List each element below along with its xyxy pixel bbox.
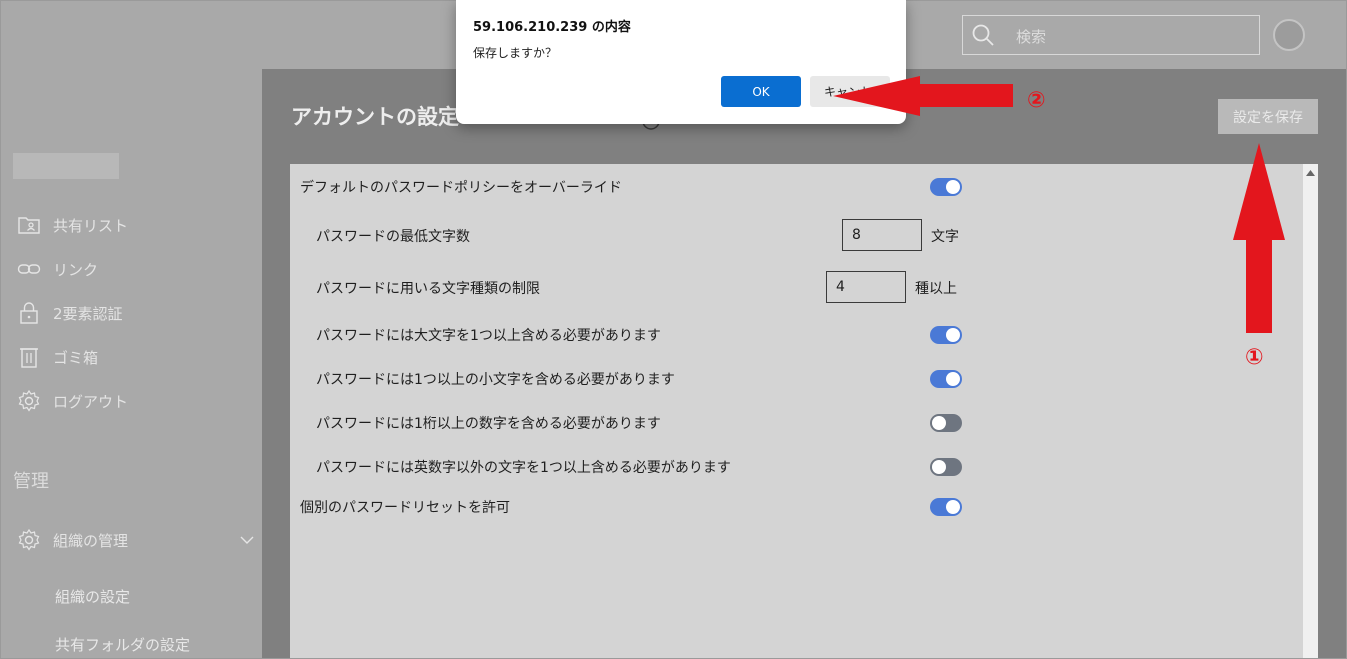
override-policy-toggle[interactable] [930, 178, 962, 196]
gear-icon [18, 528, 40, 551]
min-length-input[interactable]: 8 [842, 219, 922, 251]
require-upper-label: パスワードには大文字を1つ以上含める必要があります [316, 328, 661, 344]
avatar[interactable] [1273, 19, 1305, 51]
page-title: アカウントの設定 [291, 105, 459, 129]
subnav-shared-folder-settings[interactable]: 共有フォルダの設定 [55, 634, 190, 655]
gear-icon [18, 389, 40, 412]
require-lower-toggle[interactable] [930, 370, 962, 388]
save-settings-button[interactable]: 設定を保存 [1218, 99, 1318, 134]
sidebar-item-link[interactable]: リンク [17, 257, 98, 281]
dialog-message: 保存しますか？ [473, 46, 558, 60]
scrollbar[interactable] [1303, 164, 1318, 658]
search-box[interactable]: 検索 [962, 15, 1260, 55]
sidebar-item-org-management[interactable]: 組織の管理 [17, 528, 128, 552]
sidebar-item-trash[interactable]: ゴミ箱 [17, 345, 98, 369]
char-types-unit: 種以上 [915, 281, 957, 297]
require-digit-toggle[interactable] [930, 414, 962, 432]
logo [13, 153, 119, 179]
min-length-unit: 文字 [931, 229, 959, 245]
confirm-dialog: 59.106.210.239 の内容 保存しますか？ OK キャンセル [456, 0, 906, 124]
toggle-knob [946, 372, 960, 386]
toggle-knob [932, 416, 946, 430]
sidebar-item-shared-list[interactable]: 共有リスト [17, 213, 128, 237]
toggle-knob [932, 460, 946, 474]
lock-icon [20, 302, 38, 324]
admin-section-title: 管理 [13, 471, 49, 492]
sidebar-item-label: 共有リスト [53, 216, 129, 235]
search-input[interactable]: 検索 [1016, 26, 1046, 47]
require-symbol-label: パスワードには英数字以外の文字を1つ以上含める必要があります [316, 460, 731, 476]
toggle-knob [946, 180, 960, 194]
subnav-org-settings[interactable]: 組織の設定 [55, 586, 130, 607]
require-digit-label: パスワードには1桁以上の数字を含める必要があります [316, 416, 661, 432]
chevron-down-icon[interactable] [239, 532, 255, 548]
trash-icon [20, 348, 38, 368]
char-types-label: パスワードに用いる文字種類の制限 [316, 281, 540, 297]
sidebar-item-label: ログアウト [53, 392, 129, 411]
toggle-knob [946, 328, 960, 342]
step1-label: ① [1245, 345, 1264, 370]
toggle-knob [946, 500, 960, 514]
allow-reset-label: 個別のパスワードリセットを許可 [300, 500, 510, 516]
scroll-up-icon[interactable] [1306, 170, 1315, 176]
min-length-label: パスワードの最低文字数 [316, 229, 470, 245]
override-policy-label: デフォルトのパスワードポリシーをオーバーライド [300, 180, 622, 196]
search-icon [972, 24, 994, 46]
require-symbol-toggle[interactable] [930, 458, 962, 476]
sidebar-item-label: リンク [53, 260, 99, 279]
cancel-button[interactable]: キャンセル [810, 76, 890, 107]
sidebar-item-label: 組織の管理 [53, 531, 129, 550]
link-icon [17, 264, 41, 274]
ok-button[interactable]: OK [721, 76, 801, 107]
require-upper-toggle[interactable] [930, 326, 962, 344]
dialog-title: 59.106.210.239 の内容 [473, 20, 631, 35]
char-types-input[interactable]: 4 [826, 271, 906, 303]
shared-list-icon [18, 217, 40, 234]
require-lower-label: パスワードには1つ以上の小文字を含める必要があります [316, 372, 675, 388]
sidebar-item-label: 2要素認証 [53, 304, 123, 323]
sidebar-item-2fa[interactable]: 2要素認証 [17, 301, 123, 325]
allow-reset-toggle[interactable] [930, 498, 962, 516]
step2-label: ② [1027, 88, 1046, 113]
sidebar-item-label: ゴミ箱 [53, 348, 99, 367]
sidebar-item-logout[interactable]: ログアウト [17, 389, 128, 413]
